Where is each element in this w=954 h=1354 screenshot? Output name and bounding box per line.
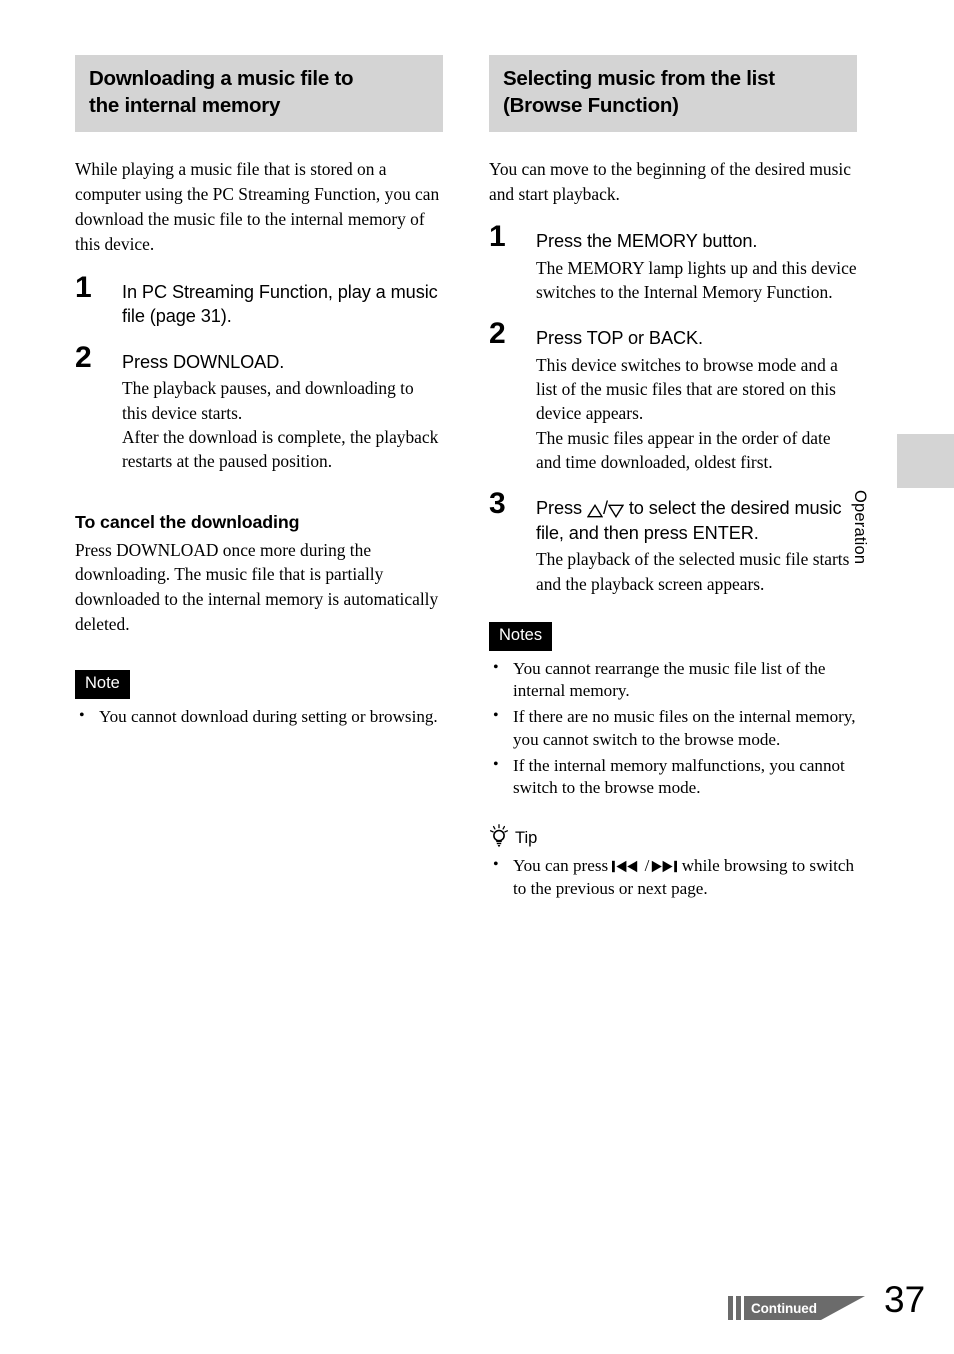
- list-item: You can press / while browsing to switch…: [489, 854, 857, 900]
- triangle-up-icon: [586, 501, 604, 521]
- left-subsection-text: Press DOWNLOAD once more during the down…: [75, 539, 439, 634]
- continued-bar-2: [736, 1296, 741, 1320]
- right-intro-text: You can move to the beginning of the des…: [489, 159, 851, 205]
- left-note-list: You cannot download during setting or br…: [75, 705, 443, 729]
- right-step-3-body-line1: The playback of the selected music file …: [536, 549, 850, 594]
- right-step-3-title: Press / to select the desired music file…: [536, 496, 857, 545]
- right-step-2-body-line1: This device switches to browse mode and …: [536, 354, 838, 424]
- side-tab-label: Operation: [851, 490, 869, 565]
- tip-label: Tip: [515, 828, 538, 847]
- right-step-2-title: Press TOP or BACK.: [536, 328, 704, 349]
- list-item: You cannot download during setting or br…: [75, 705, 443, 729]
- right-step-3-number: 3: [489, 487, 506, 521]
- right-section-title-line2: (Browse Function): [503, 93, 679, 117]
- left-section-header: Downloading a music file to the internal…: [75, 55, 443, 133]
- left-step-1: 1 In PC Streaming Function, play a music…: [75, 272, 443, 328]
- left-intro-paragraph: While playing a music file that is store…: [75, 157, 443, 257]
- right-step-1-title: Press the MEMORY button.: [536, 231, 758, 252]
- right-step-1-body-line1: The MEMORY lamp lights up and this devic…: [536, 257, 857, 302]
- right-notes-list: You cannot rearrange the music file list…: [489, 657, 857, 800]
- left-step-2-body: The playback pauses, and downloading to …: [122, 376, 443, 473]
- left-intro-text: While playing a music file that is store…: [75, 159, 440, 255]
- left-section-title-line2: the internal memory: [89, 93, 281, 117]
- left-note-block: Note You cannot download during setting …: [75, 670, 443, 728]
- continued-arrow-icon: [820, 1296, 865, 1320]
- right-column: Selecting music from the list (Browse Fu…: [489, 55, 857, 904]
- left-subsection-heading: To cancel the downloading: [75, 511, 300, 532]
- right-step-3: 3 Press / to select the desired music fi…: [489, 489, 857, 596]
- side-tab-marker: [897, 434, 954, 488]
- right-step-2: 2 Press TOP or BACK. This device switche…: [489, 319, 857, 475]
- continued-label: Continued: [744, 1296, 821, 1320]
- left-step-2-body-line1: The playback pauses, and downloading to …: [122, 378, 414, 423]
- right-step-1-number: 1: [489, 220, 506, 254]
- list-item: If the internal memory malfunctions, you…: [489, 754, 857, 800]
- left-step-1-number: 1: [75, 270, 92, 304]
- note-badge: Note: [75, 670, 130, 699]
- left-step-2-body-line2: After the download is complete, the play…: [122, 426, 439, 472]
- right-intro-paragraph: You can move to the beginning of the des…: [489, 157, 857, 207]
- tip-header: Tip: [489, 824, 857, 848]
- left-step-2: 2 Press DOWNLOAD. The playback pauses, a…: [75, 342, 443, 474]
- left-section-title-line1: Downloading a music file to: [89, 67, 354, 90]
- continued-bar-1: [728, 1296, 733, 1320]
- right-step-2-body: This device switches to browse mode and …: [536, 353, 857, 475]
- right-notes-block: Notes You cannot rearrange the music fil…: [489, 622, 857, 800]
- page-number: 37: [884, 1279, 926, 1320]
- triangle-down-icon: [607, 501, 625, 521]
- right-step-2-body-line2: The music files appear in the order of d…: [536, 427, 831, 472]
- next-track-icon: [649, 856, 678, 875]
- right-step-3-body: The playback of the selected music file …: [536, 547, 857, 596]
- right-step-1-body: The MEMORY lamp lights up and this devic…: [536, 256, 857, 305]
- tip-text-before: You can press: [513, 856, 613, 876]
- left-step-2-title: Press DOWNLOAD.: [122, 351, 285, 372]
- left-step-2-number: 2: [75, 340, 92, 374]
- continued-banner: Continued: [728, 1296, 865, 1320]
- tip-list: You can press / while browsing to switch…: [489, 854, 857, 900]
- right-step-2-number: 2: [489, 317, 506, 351]
- notes-badge: Notes: [489, 622, 553, 651]
- list-item: You cannot rearrange the music file list…: [489, 657, 857, 703]
- list-item: If there are no music files on the inter…: [489, 705, 857, 751]
- right-step-1: 1 Press the MEMORY button. The MEMORY la…: [489, 222, 857, 305]
- left-column: Downloading a music file to the internal…: [75, 55, 443, 732]
- right-section-header: Selecting music from the list (Browse Fu…: [489, 55, 857, 133]
- left-subsection-paragraph: Press DOWNLOAD once more during the down…: [75, 538, 443, 637]
- document-page: Downloading a music file to the internal…: [0, 0, 954, 1354]
- right-section-title-line1: Selecting music from the list: [503, 67, 775, 90]
- right-step-3-title-before: Press: [536, 498, 587, 519]
- previous-track-icon: [612, 856, 640, 875]
- lightbulb-icon: [489, 824, 509, 848]
- left-step-1-title: In PC Streaming Function, play a music f…: [122, 281, 438, 326]
